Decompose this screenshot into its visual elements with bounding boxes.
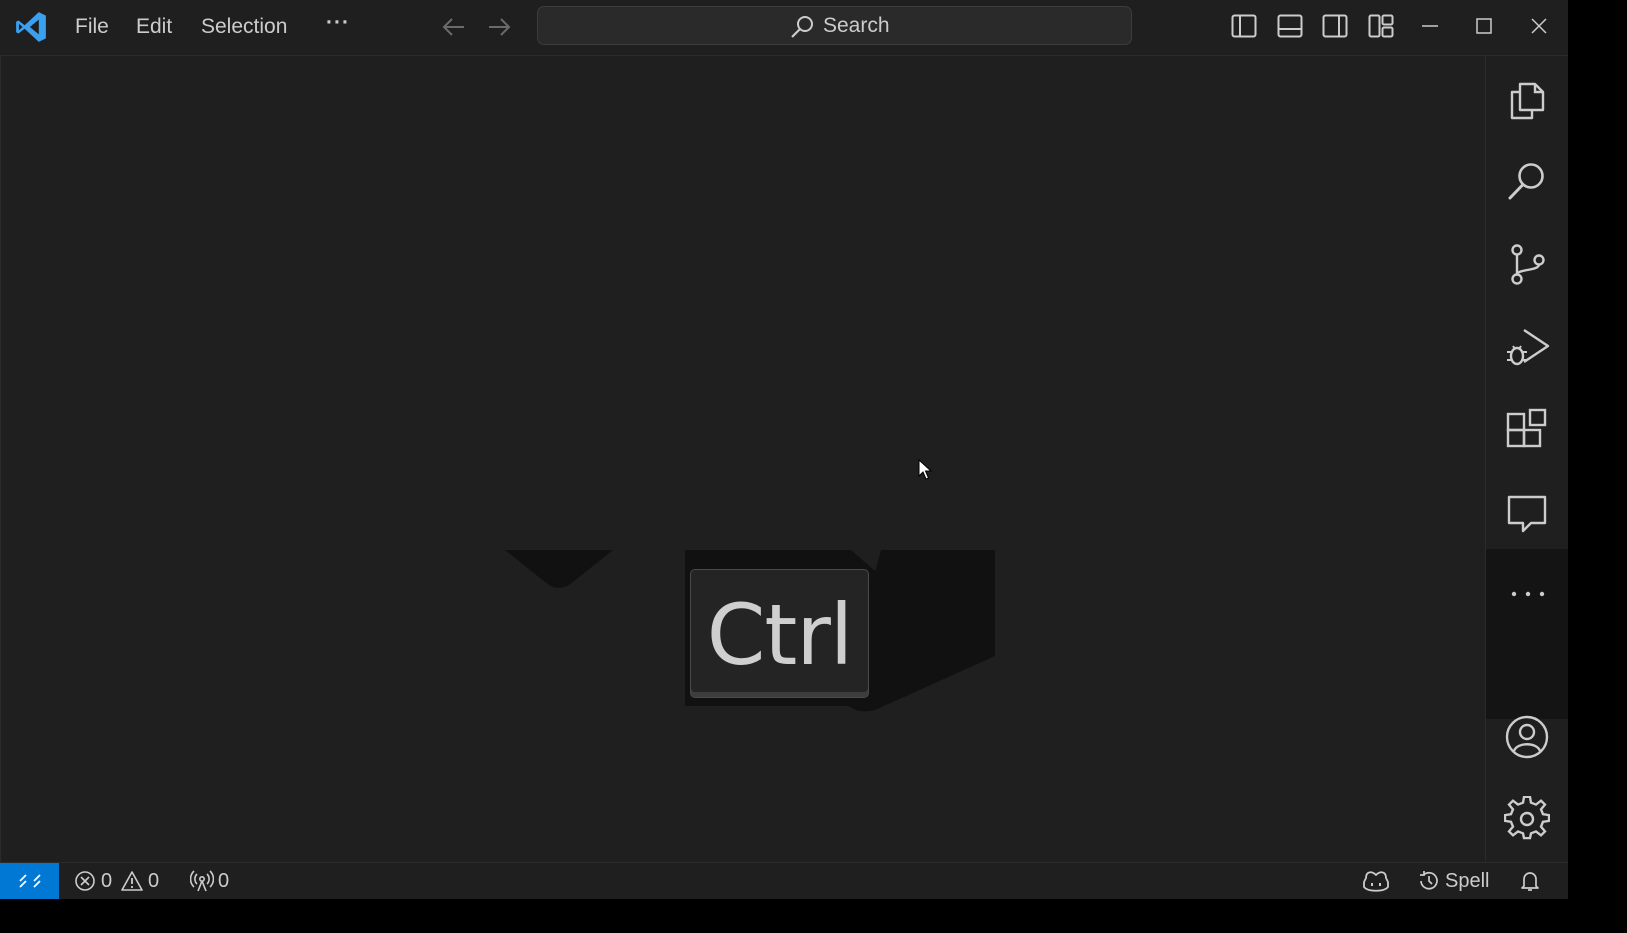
toggle-primary-sidebar-icon[interactable] — [1230, 12, 1258, 40]
more-icon[interactable] — [1506, 584, 1550, 608]
toggle-panel-icon[interactable] — [1276, 12, 1304, 40]
search-label: Search — [823, 14, 890, 37]
close-icon[interactable] — [1527, 14, 1551, 38]
accounts-icon[interactable] — [1504, 714, 1550, 760]
command-center-search[interactable]: Search — [537, 6, 1132, 45]
remote-indicator-button[interactable] — [0, 863, 59, 899]
error-count[interactable]: 0 — [101, 869, 112, 893]
menu-more-button[interactable]: ··· — [326, 8, 350, 38]
search-magnifier-icon — [789, 14, 815, 44]
maximize-icon[interactable] — [1472, 14, 1496, 38]
history-icon — [1417, 869, 1441, 899]
vscode-logo-icon — [14, 10, 48, 44]
menu-file[interactable]: File — [75, 12, 109, 42]
warning-icon — [121, 870, 143, 898]
menu-selection[interactable]: Selection — [201, 12, 287, 42]
mouse-cursor-icon — [918, 458, 934, 485]
activity-bar — [1485, 56, 1568, 862]
manage-gear-icon[interactable] — [1504, 796, 1550, 842]
source-control-icon[interactable] — [1504, 241, 1550, 287]
warning-count[interactable]: 0 — [148, 869, 159, 893]
remote-icon — [18, 869, 42, 899]
toggle-secondary-sidebar-icon[interactable] — [1321, 12, 1349, 40]
menu-edit[interactable]: Edit — [136, 12, 172, 42]
chat-icon[interactable] — [1504, 491, 1550, 537]
ports-count[interactable]: 0 — [218, 869, 229, 893]
spell-label[interactable]: Spell — [1445, 869, 1489, 893]
title-bar: File Edit Selection ··· Search — [0, 0, 1568, 56]
forward-arrow-icon[interactable] — [485, 13, 513, 41]
run-debug-icon[interactable] — [1504, 324, 1550, 370]
customize-layout-icon[interactable] — [1367, 12, 1395, 40]
status-bar: 0 0 0 Spell — [0, 862, 1568, 899]
activity-more-panel — [1486, 549, 1568, 719]
minimize-icon[interactable] — [1418, 14, 1442, 38]
editor-area[interactable] — [0, 56, 1485, 862]
notifications-bell-icon[interactable] — [1518, 869, 1542, 899]
back-arrow-icon[interactable] — [440, 13, 468, 41]
error-icon — [74, 870, 96, 898]
copilot-icon[interactable] — [1362, 868, 1390, 899]
vscode-window: File Edit Selection ··· Search Ctrl 0 0 … — [0, 0, 1568, 899]
ports-broadcast-icon — [189, 869, 215, 899]
ctrl-keycap: Ctrl — [690, 569, 869, 698]
extensions-icon[interactable] — [1504, 408, 1550, 454]
search-icon[interactable] — [1504, 158, 1550, 204]
explorer-icon[interactable] — [1504, 76, 1550, 122]
